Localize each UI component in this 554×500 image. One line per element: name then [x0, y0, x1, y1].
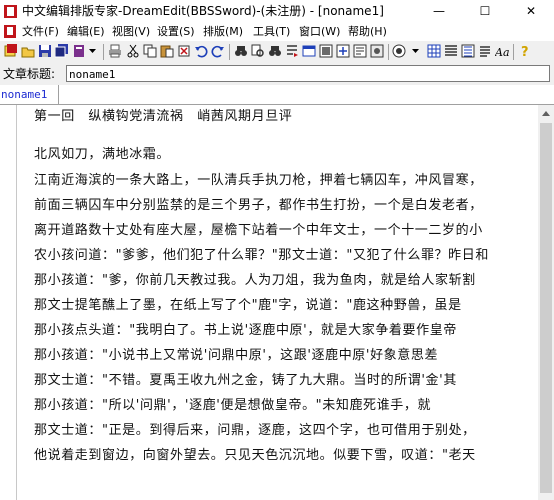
menu-edit[interactable]: 编辑(E)	[67, 24, 105, 40]
insert-icon[interactable]	[336, 44, 350, 58]
text-editor[interactable]: 第一回 纵横钩党清流祸 峭茜风期月旦评 北风如刀，满地冰霜。 江南近海滨的一条大…	[0, 105, 538, 500]
toolbar: Aa ?	[0, 41, 554, 64]
text-line: 那小孩点头道："我明白了。书上说'逐鹿中原'，就是大家争着要作皇帝	[34, 323, 457, 338]
app-icon[interactable]	[4, 5, 17, 18]
text-line: 那小孩道："所以'问鼎'，'逐鹿'便是想做皇帝。"未知鹿死谁手，就	[34, 398, 432, 413]
title-bar: 中文编辑排版专家-DreamEdit(BBSSword)-(未注册) - [no…	[0, 0, 554, 23]
toolbar-separator	[103, 44, 104, 60]
dropdown-arrow-icon[interactable]	[409, 44, 423, 58]
article-title-row: 文章标题: noname1	[0, 63, 554, 85]
close-button[interactable]: ✕	[508, 0, 554, 23]
menu-help[interactable]: 帮助(H)	[348, 24, 387, 40]
text-line: 江南近海滨的一条大路上，一队清兵手执刀枪，押着七辆囚车，冲风冒寒，	[34, 173, 483, 188]
menu-layout[interactable]: 排版(M)	[203, 24, 243, 40]
table-icon[interactable]	[427, 44, 441, 58]
cut-icon[interactable]	[126, 44, 140, 58]
text-line: 离开道路数十丈处有座大屋，屋檐下站着一个中年文士，一个十一二岁的小	[34, 223, 483, 238]
text-line: 那文士提笔醮上了墨，在纸上写了个"鹿"字，说道："鹿这种野兽，虽是	[34, 298, 462, 313]
text-line: 农小孩问道："爹爹，他们犯了什么罪？"那文士道："又犯了什么罪？昨日和	[34, 248, 489, 263]
bookmark-icon[interactable]	[72, 44, 86, 58]
text-line: 那文士道："不错。夏禹王收九州之金，铸了九大鼎。当时的所谓'金'其	[34, 373, 457, 388]
menu-settings[interactable]: 设置(S)	[157, 24, 195, 40]
print-icon[interactable]	[108, 44, 122, 58]
text-line: 那小孩道："小说书上又常说'问鼎中原'，这跟'逐鹿中原'好象意思差	[34, 348, 439, 363]
article-title-input[interactable]: noname1	[66, 65, 550, 82]
maximize-button[interactable]: ☐	[462, 0, 508, 23]
display-icon[interactable]	[392, 44, 406, 58]
scroll-up-arrow-icon[interactable]	[542, 111, 550, 116]
font-icon[interactable]: Aa	[495, 44, 509, 58]
find-icon[interactable]	[234, 44, 248, 58]
menu-file[interactable]: 文件(F)	[22, 24, 59, 40]
document-icon[interactable]	[4, 25, 16, 38]
text-line: 前面三辆囚车中分别监禁的是三个男子，都作书生打扮，一个是白发老者，	[34, 198, 483, 213]
document-tab-strip: noname1	[0, 85, 554, 105]
save-all-icon[interactable]	[55, 44, 69, 58]
view-window-icon[interactable]	[302, 44, 316, 58]
text-line: 他说着走到窗边，向窗外望去。只见天色沉沉地。似要下雪，叹道："老天	[34, 448, 476, 463]
menu-window[interactable]: 窗口(W)	[299, 24, 340, 40]
scrollbar-thumb[interactable]	[540, 123, 552, 493]
minimize-button[interactable]: —	[416, 0, 462, 23]
block-select-icon[interactable]	[319, 44, 333, 58]
dropdown-arrow-icon[interactable]	[86, 44, 100, 58]
copy-icon[interactable]	[143, 44, 157, 58]
columns-icon[interactable]	[461, 44, 475, 58]
svg-text:?: ?	[521, 45, 529, 58]
find-replace-icon[interactable]	[251, 44, 265, 58]
settings-icon[interactable]	[370, 44, 384, 58]
paragraph-icon[interactable]	[478, 44, 492, 58]
toolbar-separator	[513, 44, 514, 60]
format-icon[interactable]	[353, 44, 367, 58]
menu-tools[interactable]: 工具(T)	[253, 24, 290, 40]
list-icon[interactable]	[444, 44, 458, 58]
find-next-icon[interactable]	[268, 44, 282, 58]
chapter-heading: 第一回 纵横钩党清流祸 峭茜风期月旦评	[34, 109, 293, 124]
delete-icon[interactable]	[177, 44, 191, 58]
undo-icon[interactable]	[194, 44, 208, 58]
window-title: 中文编辑排版专家-DreamEdit(BBSSword)-(未注册) - [no…	[22, 4, 384, 18]
text-line: 那小孩道："爹，你前几天教过我。人为刀俎，我为鱼肉，就是给人家斩割	[34, 273, 476, 288]
menu-bar: 文件(F) 编辑(E) 视图(V) 设置(S) 排版(M) 工具(T) 窗口(W…	[0, 23, 554, 41]
menu-view[interactable]: 视图(V)	[112, 24, 150, 40]
tab-noname1[interactable]: noname1	[0, 85, 59, 104]
redo-icon[interactable]	[211, 44, 225, 58]
help-icon[interactable]: ?	[518, 44, 532, 58]
new-doc-icon[interactable]	[4, 44, 18, 58]
toolbar-separator	[388, 44, 389, 60]
paste-icon[interactable]	[160, 44, 174, 58]
open-folder-icon[interactable]	[21, 44, 35, 58]
editor-gutter	[0, 105, 17, 500]
text-line: 北风如刀，满地冰霜。	[34, 147, 171, 162]
svg-text:Aa: Aa	[495, 46, 509, 58]
toolbar-separator	[229, 44, 230, 60]
vertical-scrollbar[interactable]	[538, 105, 554, 500]
text-line: 那文士道："正是。到得后来，问鼎，逐鹿，这四个字，也可借用于别处，	[34, 423, 476, 438]
goto-line-icon[interactable]	[285, 44, 299, 58]
article-title-label: 文章标题:	[3, 67, 56, 81]
save-icon[interactable]	[38, 44, 52, 58]
